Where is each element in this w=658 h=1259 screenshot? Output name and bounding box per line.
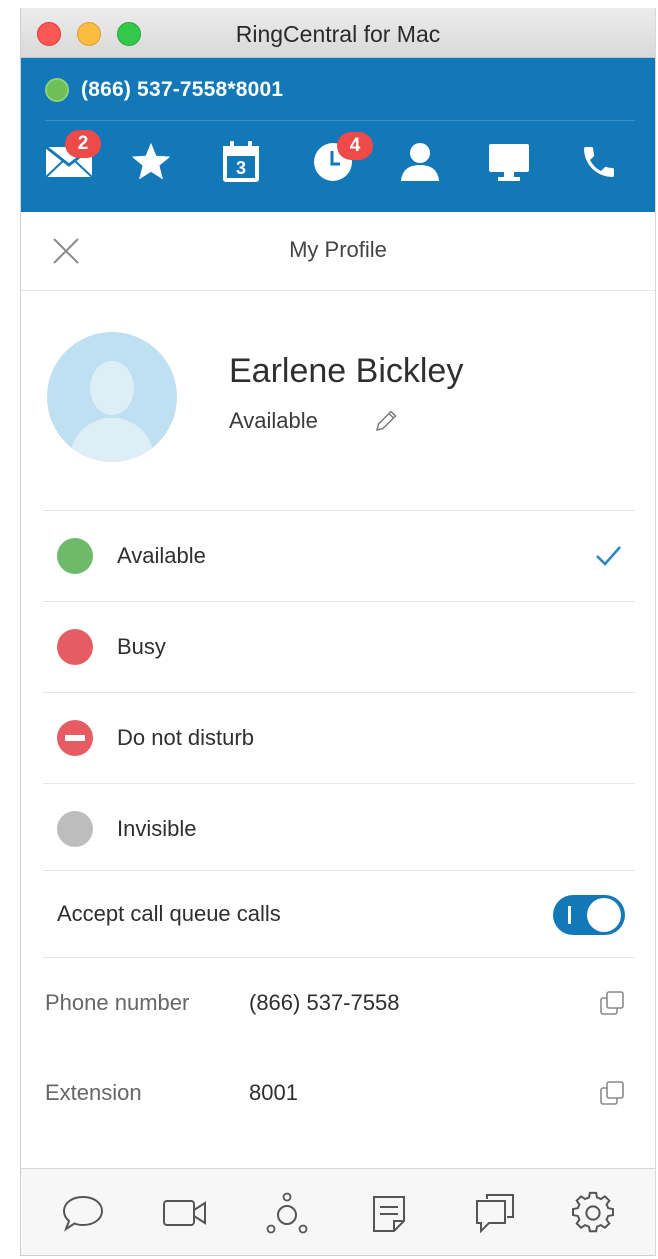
presence-status-dot bbox=[45, 78, 69, 102]
call-queue-label: Accept call queue calls bbox=[57, 901, 281, 926]
avatar[interactable] bbox=[47, 332, 177, 462]
status-label: Do not disturb bbox=[117, 725, 254, 750]
conversations-icon[interactable] bbox=[473, 1191, 517, 1235]
title-bar: RingCentral for Mac bbox=[21, 8, 655, 58]
do-not-disturb-icon bbox=[57, 720, 93, 756]
status-option-do-not-disturb[interactable]: Do not disturb bbox=[43, 692, 635, 783]
messages-badge: 2 bbox=[65, 130, 101, 158]
busy-status-dot bbox=[57, 629, 93, 665]
invisible-status-dot bbox=[57, 811, 93, 847]
page-title: My Profile bbox=[289, 237, 387, 262]
glip-people-icon[interactable] bbox=[265, 1191, 309, 1235]
selected-check-icon bbox=[593, 541, 623, 571]
profile-name: Earlene Bickley bbox=[229, 352, 464, 390]
app-window: RingCentral for Mac (866) 537-7558*8001 … bbox=[20, 8, 656, 1256]
window-title: RingCentral for Mac bbox=[235, 21, 441, 47]
edit-pencil-icon[interactable] bbox=[373, 408, 399, 434]
call-history-badge: 4 bbox=[337, 132, 373, 160]
status-option-available[interactable]: Available bbox=[43, 510, 635, 601]
copy-phone-number-icon[interactable] bbox=[599, 990, 625, 1016]
extension-row: Extension 8001 bbox=[45, 1048, 635, 1138]
calendar-icon[interactable]: 3 bbox=[219, 138, 263, 186]
top-navigation: (866) 537-7558*8001 2 3 4 bbox=[21, 58, 655, 212]
svg-text:3: 3 bbox=[236, 158, 246, 178]
phone-number-value: (866) 537-7558 bbox=[249, 990, 400, 1015]
bottom-toolbar bbox=[21, 1168, 655, 1255]
profile-card: Earlene Bickley Available bbox=[21, 290, 655, 510]
phone-number-row: Phone number (866) 537-7558 bbox=[45, 958, 635, 1048]
phone-number-label: Phone number bbox=[45, 990, 190, 1015]
extension-label: Extension bbox=[45, 1080, 142, 1105]
phone-icon[interactable] bbox=[577, 138, 621, 186]
profile-header: My Profile bbox=[21, 212, 655, 291]
status-label: Invisible bbox=[117, 816, 197, 841]
available-status-dot bbox=[57, 538, 93, 574]
video-camera-icon[interactable] bbox=[161, 1191, 206, 1235]
status-option-busy[interactable]: Busy bbox=[43, 601, 635, 692]
toggle-knob bbox=[587, 898, 621, 932]
extension-value: 8001 bbox=[249, 1080, 298, 1105]
status-option-invisible[interactable]: Invisible bbox=[43, 783, 635, 874]
toggle-on-indicator bbox=[568, 906, 571, 924]
profile-presence-text: Available bbox=[229, 408, 318, 433]
messages-icon[interactable]: 2 bbox=[43, 130, 101, 186]
call-queue-toggle[interactable] bbox=[553, 895, 625, 935]
notes-icon[interactable] bbox=[367, 1191, 411, 1235]
divider bbox=[45, 120, 635, 121]
contacts-icon[interactable] bbox=[397, 138, 443, 186]
account-phone-row[interactable]: (866) 537-7558*8001 bbox=[45, 70, 283, 110]
copy-extension-icon[interactable] bbox=[599, 1080, 625, 1106]
status-label: Busy bbox=[117, 634, 166, 659]
call-queue-row: Accept call queue calls bbox=[43, 870, 635, 958]
account-phone-number: (866) 537-7558*8001 bbox=[81, 78, 284, 101]
chat-bubble-icon[interactable] bbox=[61, 1191, 105, 1235]
status-label: Available bbox=[117, 543, 206, 568]
status-list: Available Busy Do not disturb Invisible bbox=[43, 510, 635, 874]
call-history-icon[interactable]: 4 bbox=[311, 132, 373, 186]
settings-gear-icon[interactable] bbox=[571, 1191, 615, 1235]
favorites-star-icon[interactable] bbox=[127, 138, 175, 186]
meetings-screen-icon[interactable] bbox=[485, 138, 533, 186]
